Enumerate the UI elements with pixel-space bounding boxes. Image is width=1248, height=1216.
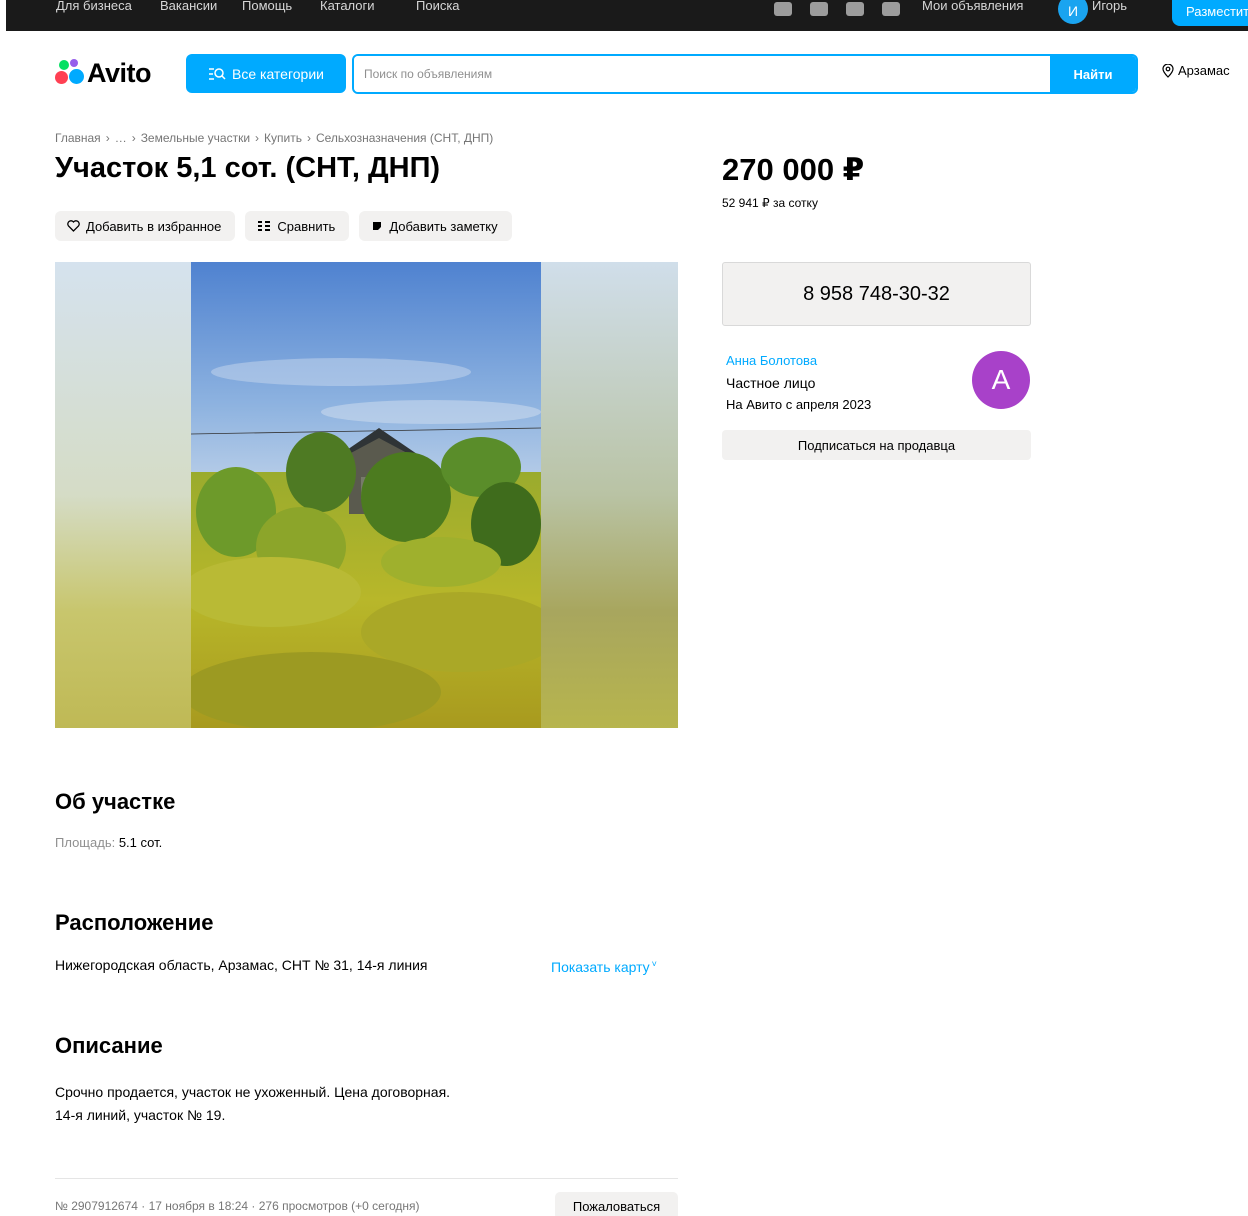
location-pin-icon: [1162, 63, 1174, 78]
search-button[interactable]: Найти: [1050, 56, 1136, 92]
breadcrumb-ellipsis[interactable]: …: [115, 131, 127, 145]
cart-icon[interactable]: [882, 2, 900, 16]
compare-icon: [258, 221, 271, 231]
description-line: Срочно продается, участок не ухоженный. …: [55, 1084, 451, 1100]
breadcrumb-separator: ›: [306, 131, 311, 145]
location-label: Арзамас: [1178, 63, 1230, 78]
show-phone-button[interactable]: 8 958 748-30-32: [722, 262, 1031, 326]
seller-since: На Авито с апреля 2023: [726, 397, 872, 412]
breadcrumb-separator: ›: [131, 131, 136, 145]
location-heading: Расположение: [55, 910, 214, 935]
top-nav-bar: Для бизнеса Вакансии Помощь Каталоги Пои…: [6, 0, 1248, 31]
compare-button[interactable]: Сравнить: [245, 211, 350, 241]
show-map-label: Показать карту: [551, 959, 650, 975]
about-heading: Об участке: [55, 789, 176, 814]
all-categories-label: Все категории: [232, 65, 324, 82]
logo-text: Avito: [87, 57, 152, 88]
listing-photo[interactable]: [191, 262, 541, 728]
all-categories-button[interactable]: Все категории: [186, 54, 346, 93]
breadcrumb-home[interactable]: Главная: [55, 131, 101, 145]
seller-name-link[interactable]: Анна Болотова: [726, 353, 817, 368]
chevron-down-icon: ˅: [651, 959, 657, 969]
description-heading: Описание: [55, 1033, 163, 1058]
logo-dots-icon: [55, 58, 85, 88]
listing-meta: № 2907912674 · 17 ноября в 18:24 · 276 п…: [55, 1199, 420, 1213]
heart-icon[interactable]: [774, 2, 792, 16]
photo-gallery[interactable]: [55, 262, 678, 728]
breadcrumb-land[interactable]: Земельные участки: [141, 131, 250, 145]
categories-search-icon: [209, 67, 226, 80]
price-per-unit: 52 941 ₽ за сотку: [722, 196, 818, 210]
breadcrumb-separator: ›: [105, 131, 110, 145]
search-bar: Найти: [352, 54, 1138, 94]
breadcrumb: Главная › … › Земельные участки › Купить › Сельх…: [55, 131, 493, 145]
description-text: Срочно продается, участок не ухоженный. …: [55, 1081, 450, 1127]
note-label: Добавить заметку: [389, 218, 498, 234]
nav-link-search[interactable]: Поиска: [416, 0, 460, 13]
location-selector[interactable]: Арзамас: [1162, 63, 1230, 78]
compare-label: Сравнить: [277, 218, 336, 234]
land-plot-photo: [191, 262, 541, 728]
breadcrumb-buy[interactable]: Купить: [264, 131, 302, 145]
nav-link-help[interactable]: Помощь: [242, 0, 292, 13]
post-ad-button[interactable]: Разместить: [1172, 0, 1248, 26]
address: Нижегородская область, Арзамас, СНТ № 31…: [55, 957, 428, 973]
complain-button[interactable]: Пожаловаться: [555, 1192, 678, 1216]
user-menu[interactable]: Игорь: [1092, 0, 1127, 13]
divider: [55, 1178, 678, 1179]
seller-avatar[interactable]: А: [972, 351, 1030, 409]
avito-logo[interactable]: Avito: [55, 56, 152, 90]
area-colon: :: [111, 835, 119, 850]
my-ads-link[interactable]: Мои объявления: [922, 0, 1023, 13]
add-note-button[interactable]: Добавить заметку: [359, 211, 512, 241]
area-label: Площадь: [55, 835, 112, 850]
heart-icon: [67, 220, 80, 232]
gallery-blur-right: [541, 262, 678, 728]
price: 270 000 ₽: [722, 152, 865, 187]
search-input[interactable]: [354, 56, 1050, 92]
add-to-favorites-button[interactable]: Добавить в избранное: [55, 211, 236, 241]
breadcrumb-category[interactable]: Сельхозназначения (СНТ, ДНП): [316, 131, 493, 145]
gallery-blur-left: [55, 262, 191, 728]
nav-link-vacancies[interactable]: Вакансии: [160, 0, 217, 13]
bell-icon[interactable]: [810, 2, 828, 16]
nav-link-catalogs[interactable]: Каталоги: [320, 0, 375, 13]
area-param: Площадь: 5.1 сот.: [55, 835, 162, 850]
description-line: 14-я линий, участок № 19.: [55, 1107, 226, 1123]
favorites-label: Добавить в избранное: [86, 218, 222, 234]
subscribe-seller-button[interactable]: Подписаться на продавца: [722, 430, 1031, 460]
nav-link-business[interactable]: Для бизнеса: [56, 0, 132, 13]
chat-icon[interactable]: [846, 2, 864, 16]
show-map-link[interactable]: Показать карту ˅: [551, 959, 657, 975]
breadcrumb-separator: ›: [255, 131, 260, 145]
area-value: 5.1 сот.: [118, 835, 163, 850]
note-icon: [373, 222, 382, 230]
user-avatar[interactable]: И: [1058, 0, 1088, 24]
listing-title: Участок 5,1 сот. (СНТ, ДНП): [55, 152, 441, 184]
listing-actions: Добавить в избранное Сравнить Добавить з…: [55, 211, 512, 241]
seller-type: Частное лицо: [726, 375, 816, 391]
